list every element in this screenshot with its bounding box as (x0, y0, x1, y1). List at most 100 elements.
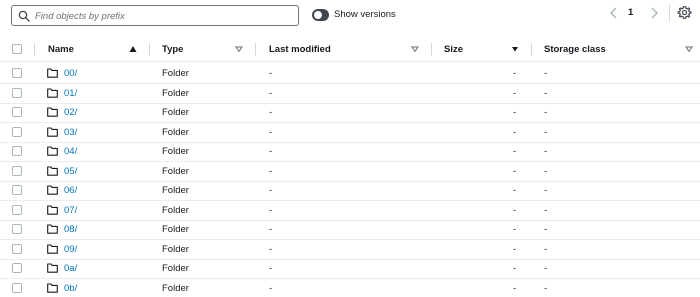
folder-icon (47, 126, 58, 137)
storage-class-cell: - (544, 224, 548, 235)
storage-class-cell: - (544, 263, 548, 274)
column-header-size[interactable]: Size (444, 37, 463, 61)
folder-name-link[interactable]: 01/ (64, 88, 77, 99)
type-cell: Folder (162, 165, 189, 177)
storage-class-cell: - (544, 68, 548, 79)
toggle-knob (314, 11, 322, 19)
row-checkbox[interactable] (12, 68, 22, 78)
row-checkbox[interactable] (12, 87, 22, 98)
column-separator (255, 43, 256, 56)
folder-name-link[interactable]: 06/ (64, 185, 77, 196)
folder-icon (47, 87, 58, 98)
size-cell: - (513, 185, 517, 196)
folder-name-link[interactable]: 05/ (64, 166, 77, 177)
table-row[interactable]: 03/ Folder - - - (0, 123, 700, 143)
current-page-number[interactable]: 1 (628, 7, 633, 18)
last-modified-cell: - (269, 165, 273, 177)
folder-name-link[interactable]: 09/ (64, 244, 77, 255)
column-header-name[interactable]: Name (48, 37, 74, 61)
row-checkbox[interactable] (12, 165, 22, 176)
size-cell: - (513, 68, 517, 79)
select-all-checkbox[interactable] (12, 44, 22, 54)
folder-name-link[interactable]: 02/ (64, 107, 77, 118)
size-cell: - (513, 224, 517, 235)
table-row[interactable]: 08/ Folder - - - (0, 220, 700, 240)
row-checkbox[interactable] (12, 126, 22, 137)
size-cell: - (513, 204, 517, 216)
gear-icon[interactable] (677, 5, 692, 20)
table-row[interactable]: 07/ Folder - - - (0, 201, 700, 221)
size-cell: - (513, 263, 517, 274)
folder-icon (47, 165, 58, 176)
row-checkbox[interactable] (12, 204, 22, 215)
type-cell: Folder (162, 146, 189, 157)
size-cell: - (513, 243, 517, 255)
search-icon (18, 10, 30, 22)
type-cell: Folder (162, 282, 189, 294)
folder-icon (47, 185, 58, 195)
type-cell: Folder (162, 185, 189, 196)
row-checkbox[interactable] (12, 263, 22, 273)
folder-name-link[interactable]: 04/ (64, 146, 77, 157)
table-row[interactable]: 09/ Folder - - - (0, 240, 700, 260)
table-row[interactable]: 05/ Folder - - - (0, 162, 700, 182)
size-cell: - (513, 282, 517, 294)
size-cell: - (513, 87, 517, 99)
chevron-left-icon[interactable] (607, 5, 621, 21)
row-checkbox[interactable] (12, 282, 22, 293)
row-checkbox[interactable] (12, 146, 22, 156)
type-cell: Folder (162, 224, 189, 235)
search-box[interactable] (11, 5, 299, 26)
sort-caret-icon[interactable] (511, 45, 519, 53)
folder-name-link[interactable]: 08/ (64, 224, 77, 235)
row-checkbox[interactable] (12, 224, 22, 234)
row-checkbox[interactable] (12, 185, 22, 195)
sort-ascending-icon[interactable] (129, 45, 137, 53)
storage-class-cell: - (544, 165, 548, 177)
last-modified-cell: - (269, 204, 273, 216)
column-header-type[interactable]: Type (162, 37, 183, 61)
type-cell: Folder (162, 107, 189, 118)
type-cell: Folder (162, 263, 189, 274)
chevron-right-icon[interactable] (647, 5, 661, 21)
folder-name-link[interactable]: 00/ (64, 68, 77, 79)
table-row[interactable]: 01/ Folder - - - (0, 84, 700, 104)
folder-name-link[interactable]: 07/ (64, 205, 77, 216)
table-row[interactable]: 06/ Folder - - - (0, 181, 700, 201)
folder-icon (47, 204, 58, 215)
folder-name-link[interactable]: 0a/ (64, 263, 77, 274)
sort-caret-icon[interactable] (411, 45, 419, 53)
table-row[interactable]: 02/ Folder - - - (0, 103, 700, 123)
sort-caret-icon[interactable] (235, 45, 243, 53)
folder-icon (47, 107, 58, 117)
show-versions-toggle[interactable] (312, 9, 329, 21)
folder-name-link[interactable]: 03/ (64, 127, 77, 138)
storage-class-cell: - (544, 107, 548, 118)
type-cell: Folder (162, 243, 189, 255)
storage-class-cell: - (544, 204, 548, 216)
table-row[interactable]: 00/ Folder - - - (0, 64, 700, 84)
folder-icon (47, 263, 58, 273)
folder-icon (47, 282, 58, 293)
last-modified-cell: - (269, 243, 273, 255)
last-modified-cell: - (269, 185, 273, 196)
folder-name-link[interactable]: 0b/ (64, 283, 77, 294)
sort-caret-icon[interactable] (685, 45, 693, 53)
column-header-last-modified[interactable]: Last modified (269, 37, 331, 61)
table-row[interactable]: 0a/ Folder - - - (0, 259, 700, 279)
column-separator (431, 43, 432, 56)
table-row[interactable]: 0b/ Folder - - - (0, 279, 700, 297)
last-modified-cell: - (269, 87, 273, 99)
size-cell: - (513, 165, 517, 177)
storage-class-cell: - (544, 146, 548, 157)
pager-divider (669, 4, 670, 22)
table-row[interactable]: 04/ Folder - - - (0, 142, 700, 162)
search-input[interactable] (35, 9, 293, 23)
size-cell: - (513, 126, 517, 138)
row-checkbox[interactable] (12, 107, 22, 117)
column-header-storage-class[interactable]: Storage class (544, 37, 606, 61)
row-checkbox[interactable] (12, 243, 22, 254)
storage-class-cell: - (544, 185, 548, 196)
size-cell: - (513, 146, 517, 157)
last-modified-cell: - (269, 126, 273, 138)
